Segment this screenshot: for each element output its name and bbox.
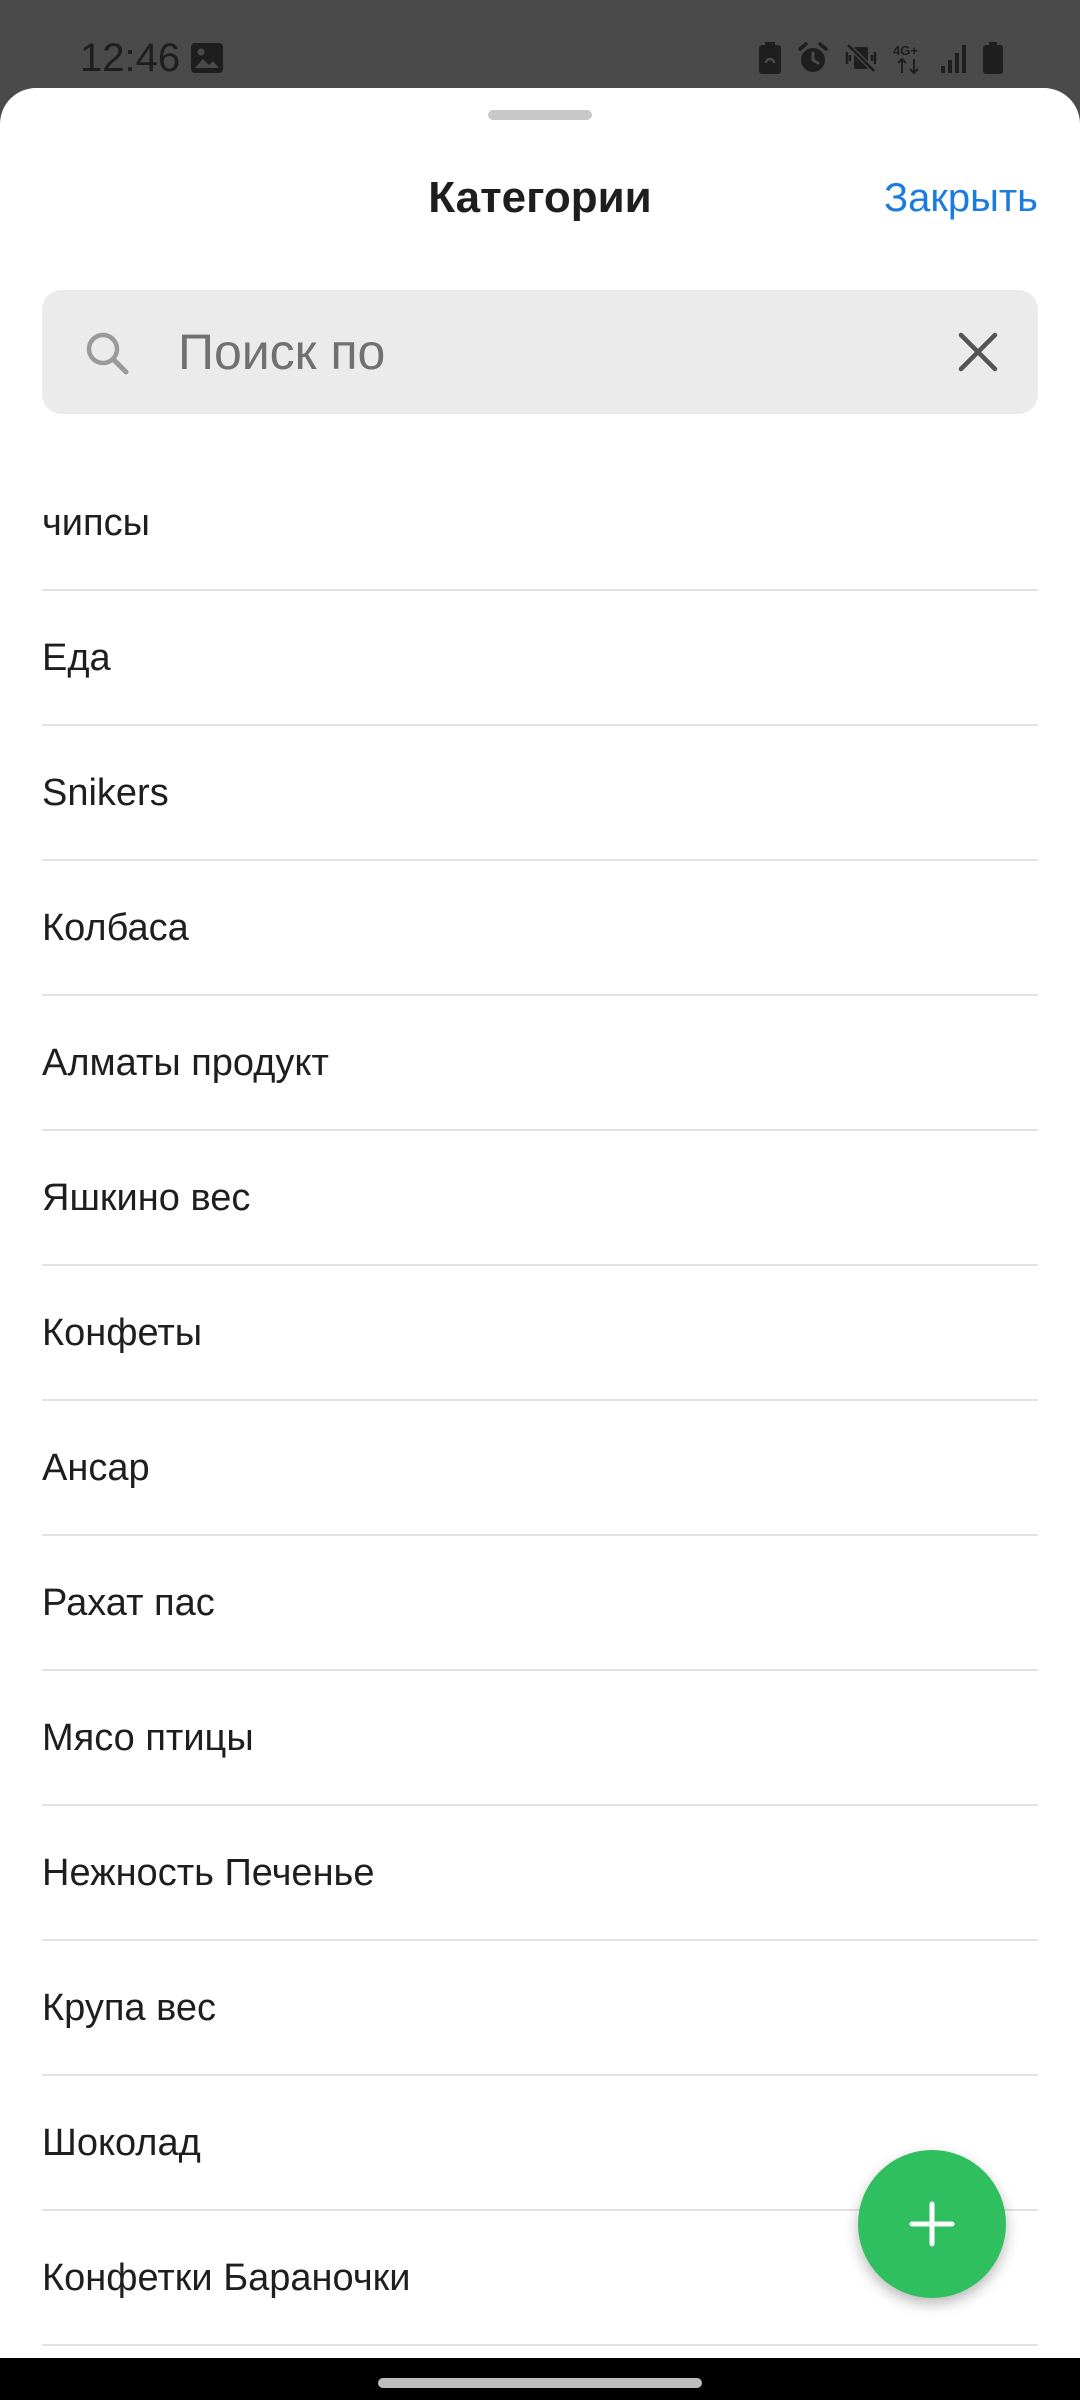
list-item[interactable]: чипсы [42,456,1038,591]
battery-saver-icon [758,41,782,75]
categories-sheet: Категории Закрыть чипсы Еда Snikers Колб… [0,88,1080,2358]
list-item[interactable]: Крупа вес [42,1941,1038,2076]
list-item[interactable]: Рахат пас [42,1536,1038,1671]
category-label: чипсы [42,502,150,544]
list-item[interactable]: Ансар [42,1401,1038,1536]
home-gesture-handle[interactable] [378,2378,702,2388]
category-label: Шоколад [42,2122,201,2164]
list-item[interactable]: Колбаса [42,861,1038,996]
battery-icon [982,41,1004,75]
list-item[interactable]: Яшкино вес [42,1131,1038,1266]
status-time: 12:46 [80,36,181,80]
status-bar: 12:46 4G+ [0,0,1080,88]
navigation-bar [0,2358,1080,2400]
signal-icon [940,42,968,74]
category-label: Еда [42,637,111,679]
close-button[interactable]: Закрыть [884,158,1038,238]
category-label: Рахат пас [42,1582,215,1624]
list-item[interactable]: Еда [42,591,1038,726]
list-item[interactable]: Snikers [42,726,1038,861]
category-label: Нежность Печенье [42,1852,375,1894]
drag-handle[interactable] [488,110,592,120]
search-icon [84,330,130,376]
category-label: Алматы продукт [42,1042,329,1084]
category-label: Конфетки Бараночки [42,2257,411,2299]
sheet-header: Категории Закрыть [0,158,1080,238]
svg-text:4G+: 4G+ [893,43,918,58]
screen: 12:46 4G+ Категории Закрыть Поиск по чип… [0,0,1080,2400]
list-item[interactable]: Алматы продукт [42,996,1038,1131]
category-label: Яшкино вес [42,1177,251,1219]
category-label: Мясо птицы [42,1717,254,1759]
clear-search-icon[interactable] [958,332,998,372]
search-bar [42,290,1038,414]
plus-icon [909,2201,955,2247]
vibrate-off-icon [844,41,878,75]
category-label: Конфеты [42,1312,203,1354]
add-category-button[interactable] [858,2150,1006,2298]
list-item[interactable]: Мясо птицы [42,1671,1038,1806]
list-item[interactable]: Нежность Печенье [42,1806,1038,1941]
status-icons: 4G+ [758,40,1004,76]
list-item[interactable]: Конфеты [42,1266,1038,1401]
search-input[interactable] [178,312,938,392]
category-label: Snikers [42,772,169,814]
alarm-icon [796,41,830,75]
image-icon [190,42,224,74]
category-label: Колбаса [42,907,189,949]
category-label: Ансар [42,1447,150,1489]
category-list: чипсы Еда Snikers Колбаса Алматы продукт… [42,456,1038,2346]
network-4g-icon: 4G+ [892,41,926,75]
category-label: Крупа вес [42,1987,217,2029]
